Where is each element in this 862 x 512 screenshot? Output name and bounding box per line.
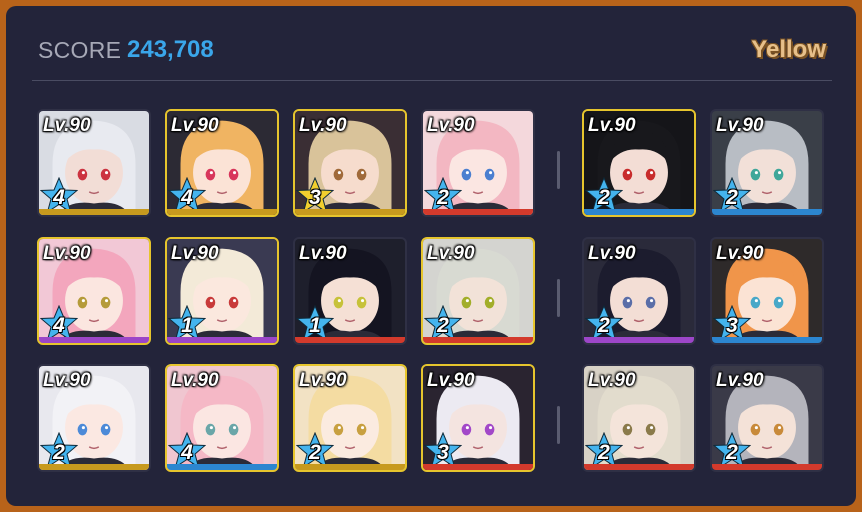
- character-card[interactable]: Lv.90 2: [421, 237, 535, 345]
- class-bar: [584, 209, 694, 215]
- star-count: 2: [726, 186, 738, 209]
- class-bar: [167, 337, 277, 343]
- star-count: 2: [598, 314, 610, 337]
- level-label: Lv.90: [299, 115, 347, 136]
- class-bar: [295, 337, 405, 343]
- star-count: 2: [437, 314, 449, 337]
- score-label: SCORE: [38, 37, 122, 63]
- character-card[interactable]: Lv.90 3: [421, 364, 535, 472]
- character-card[interactable]: Lv.90 4: [165, 109, 279, 217]
- character-card[interactable]: Lv.90 1: [293, 237, 407, 345]
- level-label: Lv.90: [299, 370, 347, 391]
- star-count: 2: [437, 186, 449, 209]
- character-card[interactable]: Lv.90 2: [293, 364, 407, 472]
- separator: [557, 406, 560, 444]
- character-card[interactable]: Lv.90 4: [37, 109, 151, 217]
- class-bar: [584, 464, 694, 470]
- star-count: 4: [53, 314, 65, 337]
- level-label: Lv.90: [427, 115, 475, 136]
- star-count: 2: [598, 441, 610, 464]
- class-bar: [423, 464, 533, 470]
- star-count: 1: [181, 314, 193, 337]
- character-card[interactable]: Lv.90 2: [710, 109, 824, 217]
- star-count: 3: [437, 441, 449, 464]
- class-bar: [423, 337, 533, 343]
- character-card[interactable]: Lv.90 2: [582, 364, 696, 472]
- game-panel: SCORE 243,708 Yellow Lv.90 4 Lv.90 4 Lv.…: [6, 6, 856, 506]
- star-count: 2: [726, 441, 738, 464]
- character-card[interactable]: Lv.90 1: [165, 237, 279, 345]
- team-name: Yellow: [751, 36, 826, 63]
- separator: [557, 151, 560, 189]
- character-card[interactable]: Lv.90 4: [165, 364, 279, 472]
- character-card[interactable]: Lv.90 2: [421, 109, 535, 217]
- character-card[interactable]: Lv.90 2: [582, 237, 696, 345]
- class-bar: [39, 464, 149, 470]
- star-count: 4: [181, 186, 193, 209]
- level-label: Lv.90: [588, 243, 636, 264]
- header-divider: [32, 80, 832, 81]
- star-count: 1: [309, 314, 321, 337]
- star-count: 4: [53, 186, 65, 209]
- class-bar: [584, 337, 694, 343]
- level-label: Lv.90: [427, 243, 475, 264]
- level-label: Lv.90: [171, 370, 219, 391]
- star-count: 4: [181, 441, 193, 464]
- level-label: Lv.90: [427, 370, 475, 391]
- level-label: Lv.90: [171, 243, 219, 264]
- class-bar: [712, 209, 822, 215]
- score-header: SCORE 243,708 Yellow: [6, 6, 856, 81]
- separator: [557, 279, 560, 317]
- class-bar: [167, 209, 277, 215]
- class-bar: [295, 464, 405, 470]
- star-count: 2: [309, 441, 321, 464]
- level-label: Lv.90: [43, 370, 91, 391]
- level-label: Lv.90: [171, 115, 219, 136]
- star-count: 3: [309, 186, 321, 209]
- character-card[interactable]: Lv.90 3: [293, 109, 407, 217]
- class-bar: [712, 337, 822, 343]
- level-label: Lv.90: [588, 370, 636, 391]
- class-bar: [712, 464, 822, 470]
- class-bar: [39, 209, 149, 215]
- class-bar: [167, 464, 277, 470]
- star-count: 2: [53, 441, 65, 464]
- level-label: Lv.90: [588, 115, 636, 136]
- character-card[interactable]: Lv.90 2: [710, 364, 824, 472]
- character-card[interactable]: Lv.90 2: [37, 364, 151, 472]
- character-card[interactable]: Lv.90 2: [582, 109, 696, 217]
- level-label: Lv.90: [43, 115, 91, 136]
- level-label: Lv.90: [716, 115, 764, 136]
- class-bar: [295, 209, 405, 215]
- level-label: Lv.90: [716, 370, 764, 391]
- level-label: Lv.90: [299, 243, 347, 264]
- level-label: Lv.90: [716, 243, 764, 264]
- character-card[interactable]: Lv.90 3: [710, 237, 824, 345]
- character-card[interactable]: Lv.90 4: [37, 237, 151, 345]
- star-count: 3: [726, 314, 738, 337]
- level-label: Lv.90: [43, 243, 91, 264]
- class-bar: [39, 337, 149, 343]
- star-count: 2: [598, 186, 610, 209]
- class-bar: [423, 209, 533, 215]
- score-value: 243,708: [127, 36, 214, 63]
